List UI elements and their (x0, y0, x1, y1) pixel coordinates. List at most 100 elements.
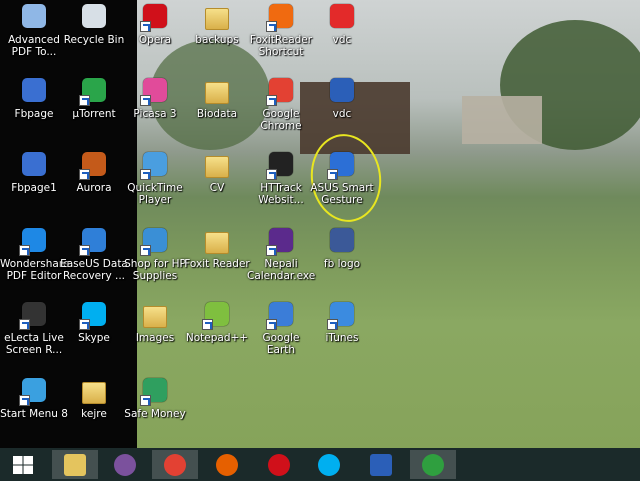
desktop-icon-vdc-doc[interactable]: vdc (308, 76, 376, 120)
desktop-icon-skype[interactable]: Skype (60, 300, 128, 344)
desktop-icon-label: Recycle Bin (63, 34, 125, 46)
taskbar-word-button[interactable] (358, 450, 404, 479)
desktop-icon-images[interactable]: Images (121, 300, 189, 344)
desktop-icon-label: Safe Money (124, 408, 186, 420)
desktop-icon-foxit-reader[interactable]: Foxit Reader (183, 226, 251, 270)
taskbar-skype-button[interactable] (306, 450, 352, 479)
desktop-icon-label: Fbpage1 (11, 182, 57, 194)
safe-money-icon (140, 376, 170, 406)
desktop-icon-label: vdc (332, 34, 352, 46)
desktop-icon-label: Opera (138, 34, 172, 46)
aurora-icon (79, 150, 109, 180)
desktop-icon-label: Start Menu 8 (0, 408, 68, 420)
desktop-icon-label: Google Earth (262, 332, 300, 356)
desktop-icon-label: Foxit Reader (184, 258, 250, 270)
desktop-icon-safe-money[interactable]: Safe Money (121, 376, 189, 420)
desktop-icon-google-chrome[interactable]: Google Chrome (247, 76, 315, 132)
desktop-icon-foxitreader-shortcut[interactable]: FoxitReader Shortcut (247, 2, 315, 58)
google-chrome-icon (266, 76, 296, 106)
taskbar-firefox-button[interactable] (204, 450, 250, 479)
desktop-icon-label: Google Chrome (260, 108, 302, 132)
nepali-calendar-icon (266, 226, 296, 256)
electa-icon (19, 300, 49, 330)
shortcut-arrow-icon (79, 169, 90, 180)
desktop-icon-label: Images (135, 332, 175, 344)
desktop-icon-label: vdc (332, 108, 352, 120)
notepadpp-icon (202, 300, 232, 330)
desktop-icon-fb-logo[interactable]: fb logo (308, 226, 376, 270)
skype-icon (79, 300, 109, 330)
shortcut-arrow-icon (19, 245, 30, 256)
desktop-icon-shop-hp[interactable]: Shop for HP Supplies (121, 226, 189, 282)
desktop-icon-easeus[interactable]: EaseUS Data Recovery ... (60, 226, 128, 282)
start-menu-8-icon (19, 376, 49, 406)
easeus-icon (79, 226, 109, 256)
desktop-icon-backups[interactable]: backups (183, 2, 251, 46)
images-icon (140, 300, 170, 330)
fbpage-icon (19, 76, 49, 106)
desktop-icon-notepadpp[interactable]: Notepad++ (183, 300, 251, 344)
desktop-icon-label: Aurora (76, 182, 112, 194)
shortcut-arrow-icon (79, 319, 90, 330)
desktop-icon-start-menu-8[interactable]: Start Menu 8 (0, 376, 68, 420)
desktop-icon-fbpage1[interactable]: Fbpage1 (0, 150, 68, 194)
shortcut-arrow-icon (19, 395, 30, 406)
desktop-icon-httrack[interactable]: HTTrack Websit... (247, 150, 315, 206)
vdc-pdf-icon (327, 2, 357, 32)
taskbar-viber-button[interactable] (102, 450, 148, 479)
desktop-icon-label: Advanced PDF To... (8, 34, 60, 58)
desktop-icon-opera[interactable]: Opera (121, 2, 189, 46)
picasa3-icon (140, 76, 170, 106)
desktop-icon-google-earth[interactable]: Google Earth (247, 300, 315, 356)
desktop-icon-fbpage[interactable]: Fbpage (0, 76, 68, 120)
desktop-icon-vdc-pdf[interactable]: vdc (308, 2, 376, 46)
desktop-icon-label: FoxitReader Shortcut (249, 34, 313, 58)
wallpaper-building (462, 96, 542, 144)
itunes-icon (327, 300, 357, 330)
taskbar-chrome-button[interactable] (152, 450, 198, 479)
taskbar-file-explorer-button[interactable] (52, 450, 98, 479)
taskbar-opera-button[interactable] (256, 450, 302, 479)
desktop-icon-recycle-bin[interactable]: Recycle Bin (60, 2, 128, 46)
desktop-icon-label: eLecta Live Screen R... (4, 332, 64, 356)
desktop-icon-label: µTorrent (72, 108, 116, 120)
desktop-icon-advanced-pdf[interactable]: Advanced PDF To... (0, 2, 68, 58)
google-earth-icon (266, 300, 296, 330)
taskbar (0, 448, 640, 481)
shortcut-arrow-icon (140, 395, 151, 406)
opera-icon (268, 454, 290, 476)
desktop-icon-wondershare[interactable]: Wondershare PDF Editor (0, 226, 69, 282)
shortcut-arrow-icon (266, 319, 277, 330)
desktop-icon-aurora[interactable]: Aurora (60, 150, 128, 194)
desktop-icon-label: Skype (78, 332, 110, 344)
desktop-icon-label: QuickTime Player (127, 182, 183, 206)
desktop-icon-electa[interactable]: eLecta Live Screen R... (0, 300, 68, 356)
desktop-icon-label: Fbpage (14, 108, 54, 120)
desktop-icon-asus-smart-gesture[interactable]: ASUS Smart Gesture (308, 150, 376, 206)
desktop-icon-itunes[interactable]: iTunes (308, 300, 376, 344)
shortcut-arrow-icon (79, 245, 90, 256)
taskbar-idm-button[interactable] (410, 450, 456, 479)
taskbar-start-button[interactable] (0, 450, 46, 479)
httrack-icon (266, 150, 296, 180)
desktop-icon-utorrent[interactable]: µTorrent (60, 76, 128, 120)
shortcut-arrow-icon (327, 169, 338, 180)
desktop-icon-biodata[interactable]: Biodata (183, 76, 251, 120)
desktop-icon-picasa3[interactable]: Picasa 3 (121, 76, 189, 120)
recycle-bin-icon (79, 2, 109, 32)
desktop-icon-kejre[interactable]: kejre (60, 376, 128, 420)
shortcut-arrow-icon (140, 245, 151, 256)
desktop-icon-cv[interactable]: CV (183, 150, 251, 194)
fb-logo-icon (327, 226, 357, 256)
shortcut-arrow-icon (266, 169, 277, 180)
foxit-reader-icon (202, 226, 232, 256)
desktop-icon-label: Nepali Calendar.exe (247, 258, 316, 282)
shortcut-arrow-icon (140, 169, 151, 180)
desktop-icon-nepali-calendar[interactable]: Nepali Calendar.exe (247, 226, 315, 282)
desktop-icon-quicktime[interactable]: QuickTime Player (121, 150, 189, 206)
desktop-icon-label: Biodata (196, 108, 238, 120)
shortcut-arrow-icon (266, 21, 277, 32)
skype-icon (318, 454, 340, 476)
desktop-icon-label: EaseUS Data Recovery ... (60, 258, 128, 282)
fbpage1-icon (19, 150, 49, 180)
